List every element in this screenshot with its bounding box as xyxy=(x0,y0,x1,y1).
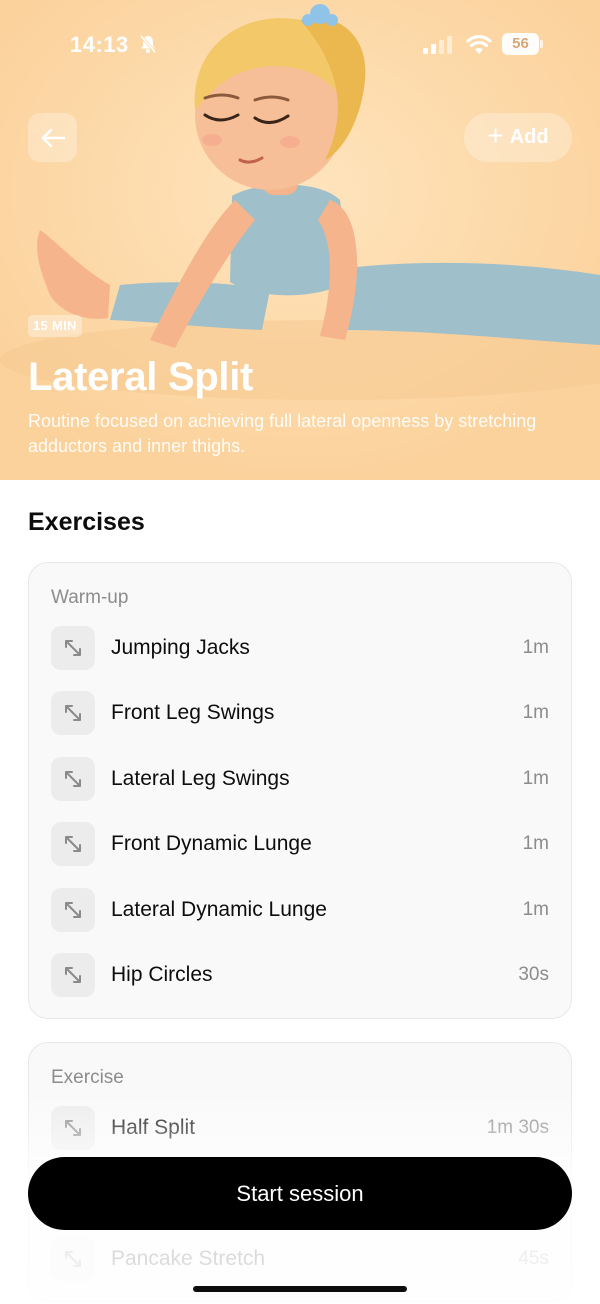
expand-arrows-icon xyxy=(51,953,95,997)
exercise-name: Half Split xyxy=(111,1116,196,1139)
list-item[interactable]: Hip Circles 30s xyxy=(51,953,549,997)
exercise-name: Front Leg Swings xyxy=(111,701,275,724)
start-session-button[interactable]: Start session xyxy=(28,1157,572,1230)
exercise-duration: 30s xyxy=(518,964,549,985)
battery-indicator: 56 xyxy=(502,33,544,55)
expand-arrows-icon xyxy=(51,1106,95,1150)
exercise-name: Front Dynamic Lunge xyxy=(111,832,312,855)
list-item[interactable]: Jumping Jacks 1m xyxy=(51,626,549,670)
battery-level: 56 xyxy=(502,33,539,55)
expand-arrows-icon xyxy=(51,822,95,866)
list-item[interactable]: Lateral Leg Swings 1m xyxy=(51,757,549,801)
exercise-duration: 1m xyxy=(522,899,549,920)
duration-badge: 15 MIN xyxy=(28,315,82,337)
exercise-duration: 1m xyxy=(522,637,549,658)
list-item[interactable]: Front Leg Swings 1m xyxy=(51,691,549,735)
expand-arrows-icon xyxy=(51,691,95,735)
list-item[interactable]: Lateral Dynamic Lunge 1m xyxy=(51,888,549,932)
exercise-duration: 1m 30s xyxy=(486,1117,549,1138)
battery-cap xyxy=(540,40,543,48)
exercise-name: Lateral Leg Swings xyxy=(111,767,290,790)
add-button-label: Add xyxy=(509,126,549,148)
exercise-name: Pancake Stretch xyxy=(111,1247,266,1270)
bell-slash-icon xyxy=(139,35,157,53)
plus-icon: + xyxy=(487,120,504,151)
signal-bars-icon xyxy=(423,36,452,54)
hero-banner: 14:13 56 + Add 15 MIN Lateral Split Rout… xyxy=(0,0,600,480)
add-button[interactable]: + Add xyxy=(464,113,572,162)
exercise-name: Jumping Jacks xyxy=(111,636,250,659)
page-title: Lateral Split xyxy=(28,355,254,399)
home-indicator xyxy=(193,1286,407,1292)
group-label: Warm-up xyxy=(51,587,129,608)
exercise-name: Lateral Dynamic Lunge xyxy=(111,898,327,921)
list-item[interactable]: Front Dynamic Lunge 1m xyxy=(51,822,549,866)
expand-arrows-icon xyxy=(51,888,95,932)
wifi-icon xyxy=(466,35,492,54)
status-time: 14:13 xyxy=(70,32,129,57)
exercise-name: Hip Circles xyxy=(111,963,213,986)
status-bar: 14:13 56 xyxy=(0,0,600,90)
exercise-duration: 1m xyxy=(522,702,549,723)
section-title-exercises: Exercises xyxy=(28,508,145,536)
exercise-group-warmup: Warm-up Jumping Jacks 1m Front Leg Swing… xyxy=(28,562,572,1019)
expand-arrows-icon xyxy=(51,626,95,670)
exercise-duration: 1m xyxy=(522,768,549,789)
exercise-duration: 1m xyxy=(522,833,549,854)
expand-arrows-icon xyxy=(51,757,95,801)
list-item[interactable]: Half Split 1m 30s xyxy=(51,1106,549,1150)
list-item[interactable]: Pancake Stretch 45s xyxy=(51,1237,549,1281)
group-label: Exercise xyxy=(51,1067,124,1088)
arrow-left-icon xyxy=(41,128,65,147)
exercise-duration: 45s xyxy=(518,1248,549,1269)
back-button[interactable] xyxy=(28,113,77,162)
routine-description: Routine focused on achieving full latera… xyxy=(28,411,537,456)
expand-arrows-icon xyxy=(51,1237,95,1281)
